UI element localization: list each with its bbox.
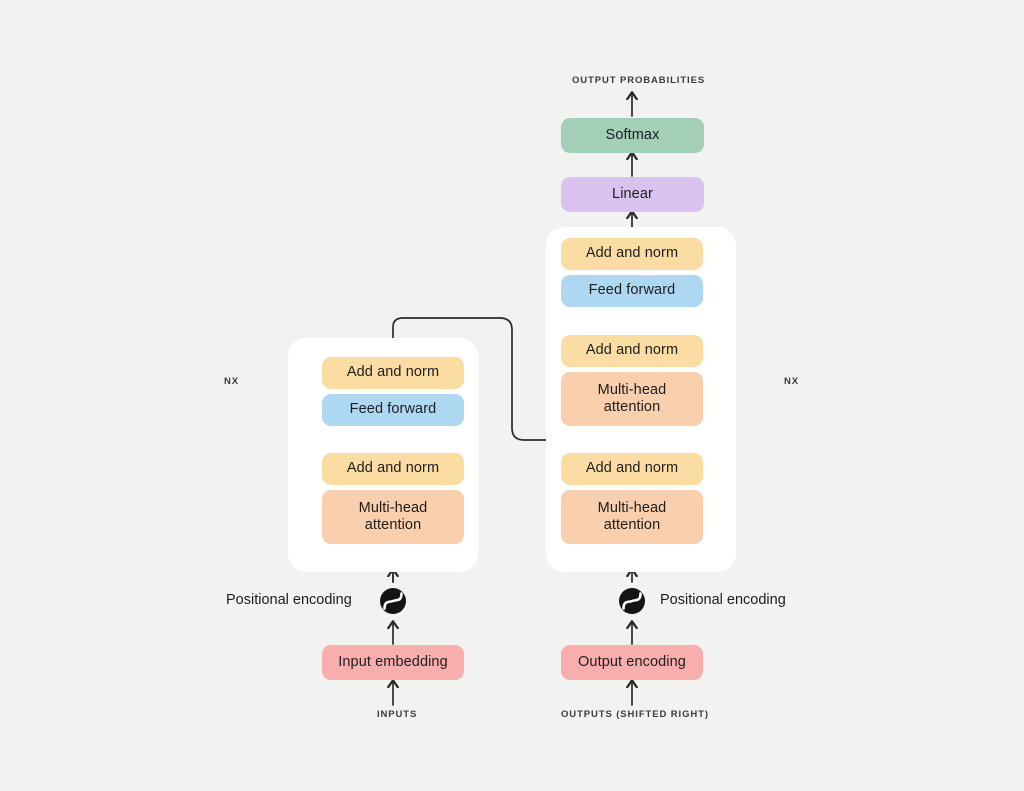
output-probabilities-label: OUTPUT PROBABILITIES [572,75,706,86]
encoder-feed-forward[interactable]: Feed forward [322,394,464,426]
softmax-block[interactable]: Softmax [561,118,704,153]
decoder-masked-attention[interactable]: Multi-head attention [561,490,703,544]
connector-wires [307,0,720,706]
transformer-diagram: OUTPUT PROBABILITIES Softmax Linear NX A… [0,0,1024,791]
encoder-add-norm-2[interactable]: Add and norm [322,357,464,389]
sine-wave-circle-icon [619,588,645,614]
encoder-mha-line2: attention [364,517,422,533]
encoder-positional-encoding-node[interactable] [376,584,410,618]
encoder-mha-line1: Multi-head [358,499,428,516]
encoder-positional-encoding-label: Positional encoding [226,592,352,608]
decoder-positional-encoding-label: Positional encoding [660,592,786,608]
decoder-add-norm-3[interactable]: Add and norm [561,238,703,270]
decoder-masked-attn-line2: attention [603,517,661,533]
outputs-label: OUTPUTS (SHIFTED RIGHT) [561,709,709,720]
encoder-nx-label: NX [224,376,239,387]
encoder-add-norm-1[interactable]: Add and norm [322,453,464,485]
decoder-masked-attn-line1: Multi-head [597,499,667,516]
linear-block[interactable]: Linear [561,177,704,212]
decoder-cross-attn-line1: Multi-head [597,381,667,398]
decoder-nx-label: NX [784,376,799,387]
encoder-input-embedding[interactable]: Input embedding [322,645,464,680]
sine-wave-circle-icon [380,588,406,614]
decoder-cross-attention[interactable]: Multi-head attention [561,372,703,426]
decoder-output-encoding[interactable]: Output encoding [561,645,703,680]
encoder-multi-head-attention[interactable]: Multi-head attention [322,490,464,544]
decoder-cross-attn-line2: attention [603,399,661,415]
inputs-label: INPUTS [377,709,418,720]
decoder-feed-forward[interactable]: Feed forward [561,275,703,307]
decoder-add-norm-1[interactable]: Add and norm [561,453,703,485]
decoder-add-norm-2[interactable]: Add and norm [561,335,703,367]
decoder-positional-encoding-node[interactable] [615,584,649,618]
